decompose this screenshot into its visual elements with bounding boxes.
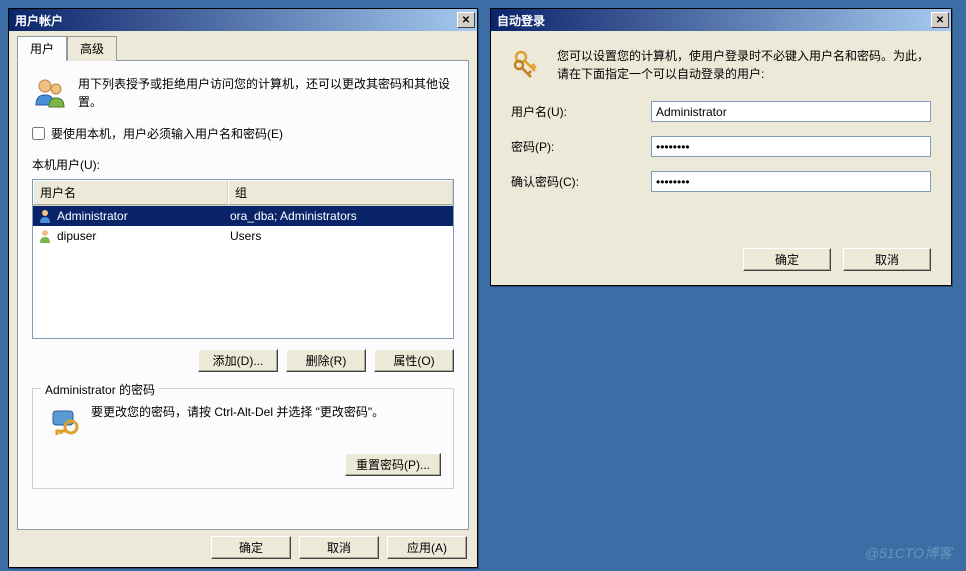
confirm-password-label: 确认密码(C): — [511, 173, 651, 190]
keys-icon — [511, 47, 545, 81]
window-title: 自动登录 — [497, 12, 545, 29]
cancel-button[interactable]: 取消 — [299, 536, 379, 559]
key-icon — [45, 403, 81, 439]
tab-users[interactable]: 用户 — [17, 36, 67, 61]
user-name: Administrator — [57, 209, 128, 223]
reset-password-button[interactable]: 重置密码(P)... — [345, 453, 441, 476]
require-login-label[interactable]: 要使用本机，用户必须输入用户名和密码(E) — [51, 125, 283, 142]
remove-button[interactable]: 删除(R) — [286, 349, 366, 372]
auto-login-dialog: 自动登录 ✕ 您可以设置您的计算机，使用户登录时不必键入用户名和密码。为此，请在… — [490, 8, 952, 286]
titlebar[interactable]: 自动登录 ✕ — [491, 9, 951, 31]
cancel-button[interactable]: 取消 — [843, 248, 931, 271]
titlebar[interactable]: 用户帐户 ✕ — [9, 9, 477, 31]
user-group: ora_dba; Administrators — [230, 209, 449, 223]
password-label: 密码(P): — [511, 138, 651, 155]
user-group: Users — [230, 229, 449, 243]
username-label: 用户名(U): — [511, 103, 651, 120]
tab-strip: 用户 高级 — [17, 36, 469, 61]
col-username[interactable]: 用户名 — [33, 180, 228, 205]
user-name: dipuser — [57, 229, 96, 243]
tab-page-users: 用下列表授予或拒绝用户访问您的计算机，还可以更改其密码和其他设置。 要使用本机，… — [17, 60, 469, 530]
window-title: 用户帐户 — [15, 12, 63, 29]
ok-button[interactable]: 确定 — [743, 248, 831, 271]
user-icon — [37, 208, 53, 224]
users-icon — [32, 75, 68, 111]
password-groupbox: Administrator 的密码 要更改您的密码，请按 Ctrl-Alt-De… — [32, 388, 454, 489]
list-header: 用户名 组 — [33, 180, 453, 206]
dialog-intro-text: 您可以设置您的计算机，使用户登录时不必键入用户名和密码。为此，请在下面指定一个可… — [557, 47, 931, 83]
password-field[interactable] — [651, 136, 931, 157]
username-field[interactable] — [651, 101, 931, 122]
list-row[interactable]: dipuser Users — [33, 226, 453, 246]
add-button[interactable]: 添加(D)... — [198, 349, 278, 372]
close-icon[interactable]: ✕ — [931, 12, 949, 28]
user-icon — [37, 228, 53, 244]
col-group[interactable]: 组 — [228, 180, 453, 205]
close-icon[interactable]: ✕ — [457, 12, 475, 28]
apply-button[interactable]: 应用(A) — [387, 536, 467, 559]
user-list-label: 本机用户(U): — [32, 156, 454, 173]
watermark: @51CTO博客 — [865, 543, 952, 563]
confirm-password-field[interactable] — [651, 171, 931, 192]
password-groupbox-title: Administrator 的密码 — [41, 381, 159, 398]
user-accounts-window: 用户帐户 ✕ 用户 高级 用下列表授予或拒绝用户访问您的计算机，还可以更改其密码… — [8, 8, 478, 568]
tab-advanced[interactable]: 高级 — [67, 36, 117, 61]
ok-button[interactable]: 确定 — [211, 536, 291, 559]
password-help-text: 要更改您的密码，请按 Ctrl-Alt-Del 并选择 "更改密码"。 — [91, 403, 384, 421]
user-list[interactable]: 用户名 组 Administrator ora_dba; Administrat… — [32, 179, 454, 339]
require-login-checkbox[interactable] — [32, 127, 45, 140]
list-row[interactable]: Administrator ora_dba; Administrators — [33, 206, 453, 226]
intro-text: 用下列表授予或拒绝用户访问您的计算机，还可以更改其密码和其他设置。 — [78, 75, 454, 111]
properties-button[interactable]: 属性(O) — [374, 349, 454, 372]
